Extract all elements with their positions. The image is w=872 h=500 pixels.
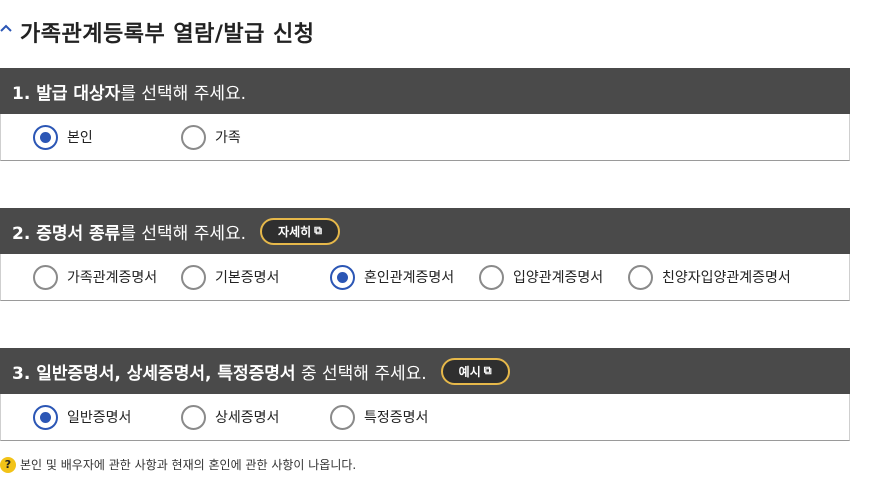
external-link-icon: ⧉ (483, 364, 492, 377)
section-title-rest: 를 선택해 주세요. (120, 223, 247, 244)
example-button[interactable]: 예시 ⧉ (440, 357, 510, 385)
section-target: 1. 발급 대상자 를 선택해 주세요. 본인 가족 (0, 68, 850, 161)
radio-group-certificate-type: 가족관계증명서 기본증명서 혼인관계증명서 입양관계증명서 친양자입양관계증명서 (0, 254, 850, 301)
radio-label: 상세증명서 (215, 410, 280, 426)
radio-label: 입양관계증명서 (513, 270, 604, 286)
radio-button[interactable] (479, 264, 504, 290)
radio-label: 본인 (67, 130, 93, 146)
radio-option-general[interactable]: 일반증명서 (33, 404, 181, 430)
radio-option-adoption[interactable]: 입양관계증명서 (479, 264, 628, 290)
section-title-bold: 3. 일반증명서, 상세증명서, 특정증명서 (12, 363, 296, 384)
radio-option-full-adoption[interactable]: 친양자입양관계증명서 (628, 264, 791, 290)
section-title-bold: 1. 발급 대상자 (12, 83, 121, 104)
example-button-label: 예시 (458, 364, 481, 379)
radio-label: 혼인관계증명서 (364, 270, 455, 286)
page-title: 가족관계등록부 열람/발급 신청 (20, 22, 315, 47)
section-title-bold: 2. 증명서 종류 (12, 223, 121, 244)
details-button[interactable]: 자세히 ⧉ (260, 217, 341, 245)
radio-group-detail-level: 일반증명서 상세증명서 특정증명서 (0, 394, 850, 441)
help-note: ? 본인 및 배우자에 관한 사항과 현재의 혼인에 관한 사항이 나옵니다. (0, 456, 356, 473)
details-button-label: 자세히 (278, 224, 312, 239)
radio-option-self[interactable]: 본인 (33, 124, 181, 150)
radio-option-specific[interactable]: 특정증명서 (330, 404, 429, 430)
radio-option-detailed[interactable]: 상세증명서 (181, 404, 330, 430)
radio-label: 기본증명서 (215, 270, 280, 286)
section-detail-level: 3. 일반증명서, 상세증명서, 특정증명서 중 선택해 주세요. 예시 ⧉ 일… (0, 348, 850, 441)
radio-button[interactable] (181, 124, 206, 150)
help-note-text: 본인 및 배우자에 관한 사항과 현재의 혼인에 관한 사항이 나옵니다. (20, 458, 357, 472)
radio-label: 일반증명서 (67, 410, 132, 426)
section-title-rest: 를 선택해 주세요. (120, 83, 247, 104)
external-link-icon: ⧉ (314, 224, 323, 237)
radio-option-family-relation[interactable]: 가족관계증명서 (33, 264, 181, 290)
section-certificate-type: 2. 증명서 종류 를 선택해 주세요. 자세히 ⧉ 가족관계증명서 기본증명서 … (0, 208, 850, 301)
radio-button[interactable] (33, 404, 58, 430)
section-title-rest: 중 선택해 주세요. (295, 363, 427, 384)
radio-option-basic[interactable]: 기본증명서 (181, 264, 330, 290)
radio-button[interactable] (33, 264, 58, 290)
radio-button[interactable] (181, 404, 206, 430)
radio-button[interactable] (330, 264, 355, 290)
radio-label: 가족관계증명서 (67, 270, 158, 286)
radio-button[interactable] (33, 124, 58, 150)
section-header: 2. 증명서 종류 를 선택해 주세요. 자세히 ⧉ (0, 208, 850, 254)
radio-label: 특정증명서 (364, 410, 429, 426)
radio-button[interactable] (330, 404, 355, 430)
question-icon: ? (0, 456, 16, 473)
radio-label: 친양자입양관계증명서 (662, 270, 791, 286)
title-chevron-icon (0, 14, 14, 50)
radio-button[interactable] (628, 264, 653, 290)
radio-option-family[interactable]: 가족 (181, 124, 241, 150)
page-header: 가족관계등록부 열람/발급 신청 (0, 14, 314, 50)
radio-label: 가족 (215, 130, 241, 146)
section-header: 1. 발급 대상자 를 선택해 주세요. (0, 68, 850, 114)
radio-group-target: 본인 가족 (0, 114, 850, 161)
radio-button[interactable] (181, 264, 206, 290)
radio-option-marriage[interactable]: 혼인관계증명서 (330, 264, 479, 290)
section-header: 3. 일반증명서, 상세증명서, 특정증명서 중 선택해 주세요. 예시 ⧉ (0, 348, 850, 394)
